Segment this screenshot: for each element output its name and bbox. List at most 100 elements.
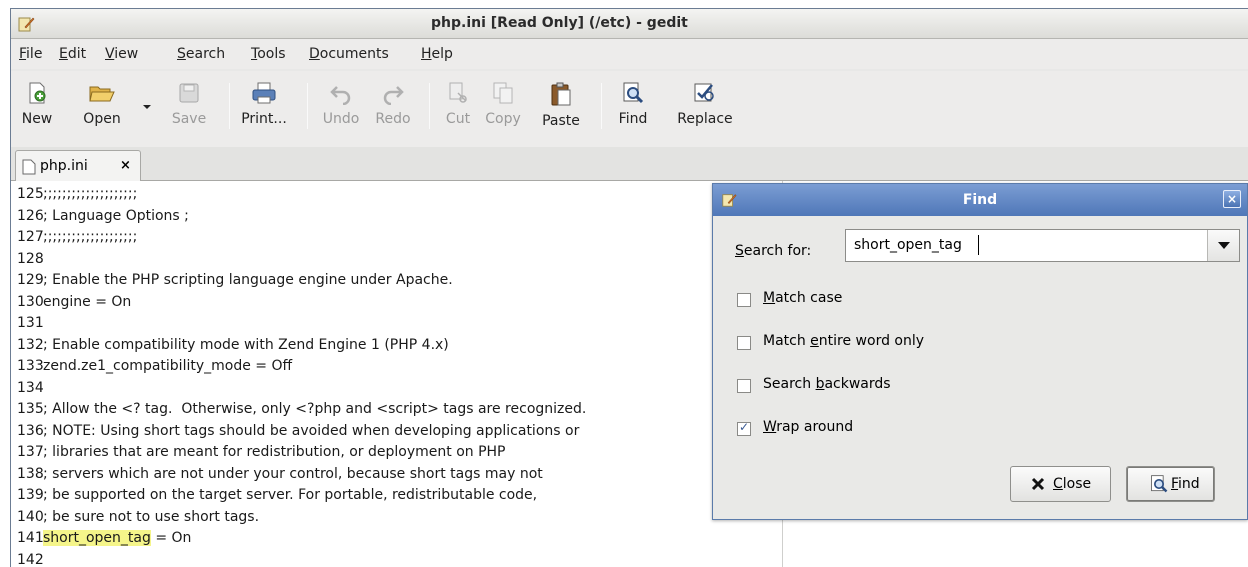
document-icon [22, 159, 36, 179]
search-backwards-label[interactable]: Search backwards [763, 376, 891, 392]
line-text: ; Allow the <? tag. Otherwise, only <?ph… [43, 401, 587, 417]
line-number: 128 [17, 250, 44, 267]
editor-line: 140; be sure not to use short tags. [17, 506, 259, 528]
undo-button[interactable]: Undo [321, 77, 361, 141]
search-input[interactable]: short_open_tag [845, 229, 1240, 262]
line-number: 132 [17, 336, 44, 353]
editor-line: 128 [17, 248, 44, 270]
magnifier-icon [1149, 474, 1169, 498]
chevron-down-icon [1218, 242, 1230, 249]
cut-button[interactable]: Cut [441, 77, 475, 141]
replace-button[interactable]: Replace [671, 77, 739, 141]
close-x-icon [1031, 476, 1045, 496]
toolbar-separator [429, 83, 430, 129]
line-text: ; Enable the PHP scripting language engi… [43, 272, 453, 288]
menu-edit[interactable]: Edit [59, 46, 86, 62]
editor-line: 126; Language Options ; [17, 205, 189, 227]
line-number: 135 [17, 401, 44, 417]
save-disk-icon [179, 83, 199, 103]
editor-line: 127;;;;;;;;;;;;;;;;;;;; [17, 226, 137, 248]
find-button-label: Find [1171, 476, 1200, 492]
toolbar-separator [601, 83, 602, 129]
undo-arrow-icon [330, 86, 351, 105]
match-case-label[interactable]: Match case [763, 290, 842, 306]
editor-line: 129; Enable the PHP scripting language e… [17, 269, 453, 291]
line-number: 130 [17, 293, 44, 310]
menu-file[interactable]: File [19, 46, 42, 62]
wrap-around-label[interactable]: Wrap around [763, 419, 853, 435]
editor-line: 132; Enable compatibility mode with Zend… [17, 334, 449, 356]
editor-line: 141short_open_tag = On [17, 527, 191, 549]
line-number: 134 [17, 379, 44, 396]
tab-label: php.ini [40, 158, 88, 174]
menu-tools[interactable]: Tools [251, 46, 286, 62]
copy-icon [493, 82, 513, 104]
text-caret [978, 235, 979, 255]
line-text: engine = On [43, 293, 132, 310]
close-button[interactable]: Close [1010, 466, 1111, 502]
toolbar-separator [229, 83, 230, 129]
close-icon[interactable]: × [1223, 190, 1241, 208]
printer-icon [252, 82, 276, 104]
line-number: 133 [17, 358, 44, 374]
find-dialog: Find × Search for: short_open_tag Match … [712, 183, 1248, 520]
line-number: 131 [17, 315, 44, 331]
editor-line: 133zend.ze1_compatibility_mode = Off [17, 355, 292, 377]
redo-button[interactable]: Redo [373, 77, 413, 141]
line-number: 125 [17, 186, 44, 202]
menu-search[interactable]: Search [177, 46, 225, 62]
editor-line: 139; be supported on the target server. … [17, 484, 537, 506]
find-button[interactable]: Find [615, 77, 651, 141]
search-input-value[interactable]: short_open_tag [854, 237, 962, 253]
search-history-dropdown[interactable] [1207, 230, 1239, 261]
text-editor[interactable]: 125;;;;;;;;;;;;;;;;;;;; 126; Language Opt… [11, 181, 783, 567]
find-replace-icon [694, 83, 714, 102]
line-text: ; servers which are not under your contr… [43, 465, 543, 482]
search-match-highlight: short_open_tag [43, 530, 151, 546]
tab-close-icon[interactable]: × [120, 158, 131, 173]
line-text: zend.ze1_compatibility_mode = Off [43, 358, 293, 374]
line-number: 129 [17, 272, 44, 288]
menu-view[interactable]: View [105, 46, 138, 62]
tab-php-ini[interactable]: php.ini × [15, 150, 141, 182]
paste-button[interactable]: Paste [537, 77, 585, 141]
save-button[interactable]: Save [169, 77, 209, 141]
line-number: 142 [17, 551, 44, 567]
wrap-around-checkbox[interactable] [737, 420, 751, 436]
editor-line: 134 [17, 377, 44, 399]
menu-help[interactable]: Help [421, 46, 453, 62]
editor-line: 137; libraries that are meant for redist… [17, 441, 506, 463]
line-text: ; libraries that are meant for redistrib… [43, 444, 506, 460]
editor-line: 136; NOTE: Using short tags should be av… [17, 420, 579, 442]
find-dialog-title-bar: Find × [713, 184, 1247, 216]
line-number: 141 [17, 530, 44, 546]
match-entire-word-label[interactable]: Match entire word only [763, 333, 924, 349]
chevron-down-icon [143, 105, 151, 109]
new-document-icon [29, 82, 46, 104]
line-text: ; Language Options ; [43, 207, 189, 224]
title-bar: php.ini [Read Only] (/etc) - gedit [11, 9, 1248, 39]
editor-line: 130engine = On [17, 291, 131, 313]
line-number: 140 [17, 508, 44, 525]
window-title: php.ini [Read Only] (/etc) - gedit [431, 15, 688, 31]
copy-button[interactable]: Copy [481, 77, 525, 141]
close-button-label: Close [1053, 476, 1092, 492]
match-entire-word-checkbox[interactable] [737, 336, 751, 350]
menu-documents[interactable]: Documents [309, 46, 389, 62]
open-button[interactable]: Open [77, 77, 127, 141]
editor-line: 138; servers which are not under your co… [17, 463, 543, 485]
redo-arrow-icon [383, 86, 404, 105]
match-case-checkbox[interactable] [737, 293, 751, 307]
open-recent-dropdown[interactable] [137, 77, 157, 141]
search-backwards-checkbox[interactable] [737, 379, 751, 393]
magnifier-icon [623, 82, 644, 104]
editor-line: 142 [17, 549, 44, 567]
print-button[interactable]: Print... [237, 77, 291, 141]
line-text: ; be sure not to use short tags. [43, 508, 260, 525]
find-dialog-find-button[interactable]: Find [1126, 466, 1215, 502]
toolbar-separator [307, 83, 308, 129]
new-button[interactable]: New [17, 77, 57, 141]
line-number: 137 [17, 444, 44, 460]
toolbar: New Open Save Print... Undo Redo Cut Cop… [11, 71, 1248, 147]
line-number: 126 [17, 207, 44, 224]
